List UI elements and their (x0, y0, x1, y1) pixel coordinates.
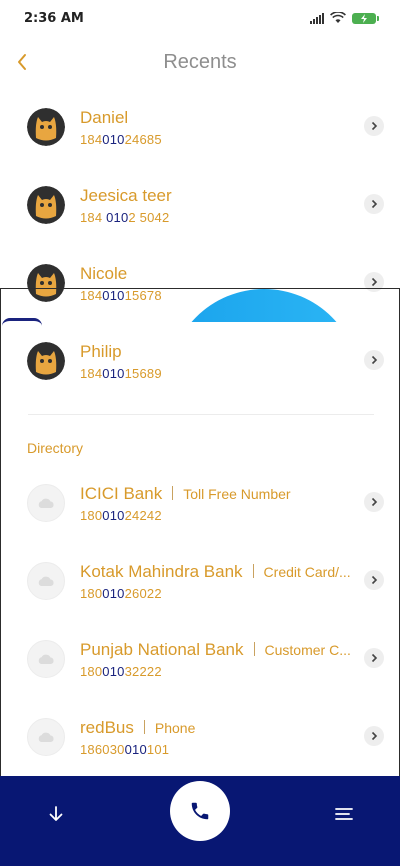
recent-item-daniel[interactable]: Daniel 18401024685 (0, 96, 400, 160)
details-button[interactable] (364, 726, 384, 746)
owl-avatar-icon (27, 342, 65, 380)
chevron-right-icon (371, 497, 378, 507)
details-button[interactable] (364, 648, 384, 668)
directory-item-punjab-national-bank[interactable]: Punjab National Bank Customer C... 180010… (0, 628, 400, 692)
chevron-right-icon (371, 731, 378, 741)
contact-number: 18401015689 (80, 366, 162, 381)
directory-name: Kotak Mahindra Bank Credit Card/... (80, 562, 351, 581)
section-label-directory: Directory (27, 440, 84, 456)
directory-number: 186030010101 (80, 742, 170, 757)
directory-item-redbus[interactable]: redBus Phone 186030010101 (0, 706, 400, 770)
chevron-right-icon (371, 199, 378, 209)
directory-tag: Customer C... (264, 642, 351, 658)
header: Recents (0, 40, 400, 84)
chevron-left-icon (18, 54, 26, 70)
directory-item-icici-bank[interactable]: ICICI Bank Toll Free Number 18001024242 (0, 472, 400, 536)
battery-icon (352, 12, 379, 24)
status-icons (310, 12, 379, 24)
contact-name: Nicole (80, 264, 128, 283)
chevron-right-icon (371, 653, 378, 663)
recent-item-philip[interactable]: Philip 18401015689 (0, 330, 400, 394)
signal-icon (310, 12, 324, 24)
directory-number: 18001026022 (80, 586, 162, 601)
owl-avatar-icon (27, 264, 65, 302)
cloud-icon (27, 562, 65, 600)
status-time: 2:36 AM (24, 10, 84, 26)
owl-avatar-icon (27, 186, 65, 224)
cloud-icon (27, 484, 65, 522)
contact-number: 18401015678 (80, 288, 162, 303)
bottom-bar (0, 776, 400, 866)
directory-name: ICICI Bank Toll Free Number (80, 484, 291, 503)
directory-number: 18001032222 (80, 664, 162, 679)
arrow-down-icon (49, 806, 63, 821)
details-button[interactable] (364, 492, 384, 512)
menu-icon (335, 808, 353, 820)
chevron-right-icon (371, 355, 378, 365)
details-button[interactable] (364, 570, 384, 590)
directory-tag: Phone (154, 720, 196, 736)
directory-tag: Toll Free Number (183, 486, 291, 502)
phone-icon (191, 802, 209, 820)
divider (28, 414, 374, 415)
details-button[interactable] (364, 350, 384, 370)
call-button[interactable] (170, 781, 230, 841)
page-title: Recents (163, 50, 237, 73)
contact-number: 184 0102 5042 (80, 210, 170, 225)
directory-number: 18001024242 (80, 508, 162, 523)
chevron-right-icon (371, 575, 378, 585)
owl-avatar-icon (27, 108, 65, 146)
recent-item-jeesica-teer[interactable]: Jeesica teer 184 0102 5042 (0, 174, 400, 238)
dark-arc-shape (2, 318, 42, 326)
details-button[interactable] (364, 116, 384, 136)
blue-arc-shape (168, 289, 360, 322)
directory-name: Punjab National Bank Customer C... (80, 640, 351, 659)
contact-name: Daniel (80, 108, 129, 127)
menu-button[interactable] (328, 798, 360, 830)
details-button[interactable] (364, 272, 384, 292)
details-button[interactable] (364, 194, 384, 214)
directory-item-kotak-mahindra-bank[interactable]: Kotak Mahindra Bank Credit Card/... 18001… (0, 550, 400, 614)
contact-name: Philip (80, 342, 122, 361)
cloud-icon (27, 718, 65, 756)
directory-name: redBus Phone (80, 718, 196, 737)
collapse-button[interactable] (40, 798, 72, 830)
screen: 2:36 AM Recents Daniel 18401024685 Jeesi… (0, 0, 400, 866)
chevron-right-icon (371, 277, 378, 287)
contact-name: Jeesica teer (80, 186, 172, 205)
wifi-icon (330, 12, 346, 23)
chevron-right-icon (371, 121, 378, 131)
contact-number: 18401024685 (80, 132, 162, 147)
cloud-icon (27, 640, 65, 678)
back-button[interactable] (6, 46, 38, 78)
status-bar: 2:36 AM (0, 0, 400, 36)
directory-tag: Credit Card/... (263, 564, 351, 580)
